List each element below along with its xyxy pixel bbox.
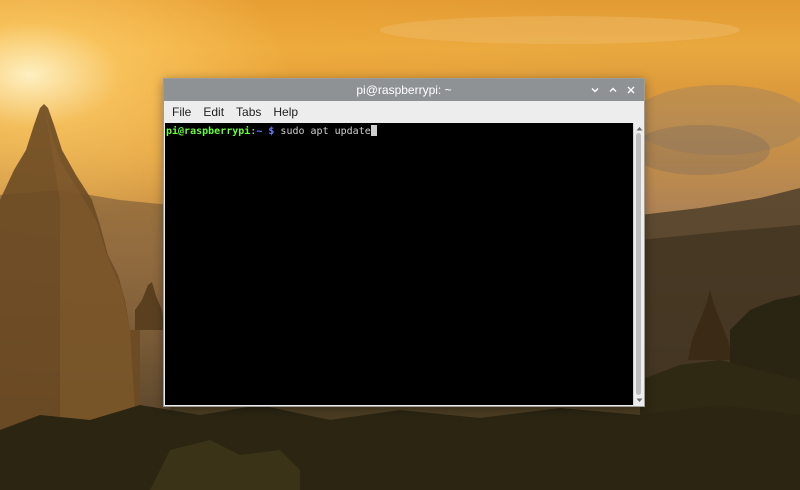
menu-help[interactable]: Help — [267, 101, 304, 123]
window-controls — [588, 79, 638, 101]
close-icon[interactable] — [624, 83, 638, 97]
terminal-window[interactable]: pi@raspberrypi: ~ File Edit Tabs Help pi… — [163, 78, 645, 407]
chevron-up-icon[interactable] — [634, 123, 644, 133]
command-text: sudo apt update — [280, 126, 371, 137]
menu-edit[interactable]: Edit — [197, 101, 230, 123]
menu-file[interactable]: File — [166, 101, 197, 123]
title-bar[interactable]: pi@raspberrypi: ~ — [164, 79, 644, 101]
terminal-output[interactable]: pi@raspberrypi:~ $ sudo apt update — [165, 123, 633, 405]
menu-bar: File Edit Tabs Help — [164, 101, 644, 123]
minimize-icon[interactable] — [588, 83, 602, 97]
terminal-area[interactable]: pi@raspberrypi:~ $ sudo apt update — [165, 123, 643, 405]
text-cursor — [370, 125, 377, 136]
vertical-scrollbar[interactable] — [633, 123, 643, 405]
prompt-path: ~ $ — [256, 126, 275, 137]
menu-tabs[interactable]: Tabs — [230, 101, 267, 123]
chevron-down-icon[interactable] — [634, 395, 644, 405]
window-title: pi@raspberrypi: ~ — [356, 83, 452, 97]
maximize-icon[interactable] — [606, 83, 620, 97]
prompt-user-host: pi@raspberrypi — [166, 126, 251, 137]
scrollbar-thumb[interactable] — [636, 133, 641, 395]
